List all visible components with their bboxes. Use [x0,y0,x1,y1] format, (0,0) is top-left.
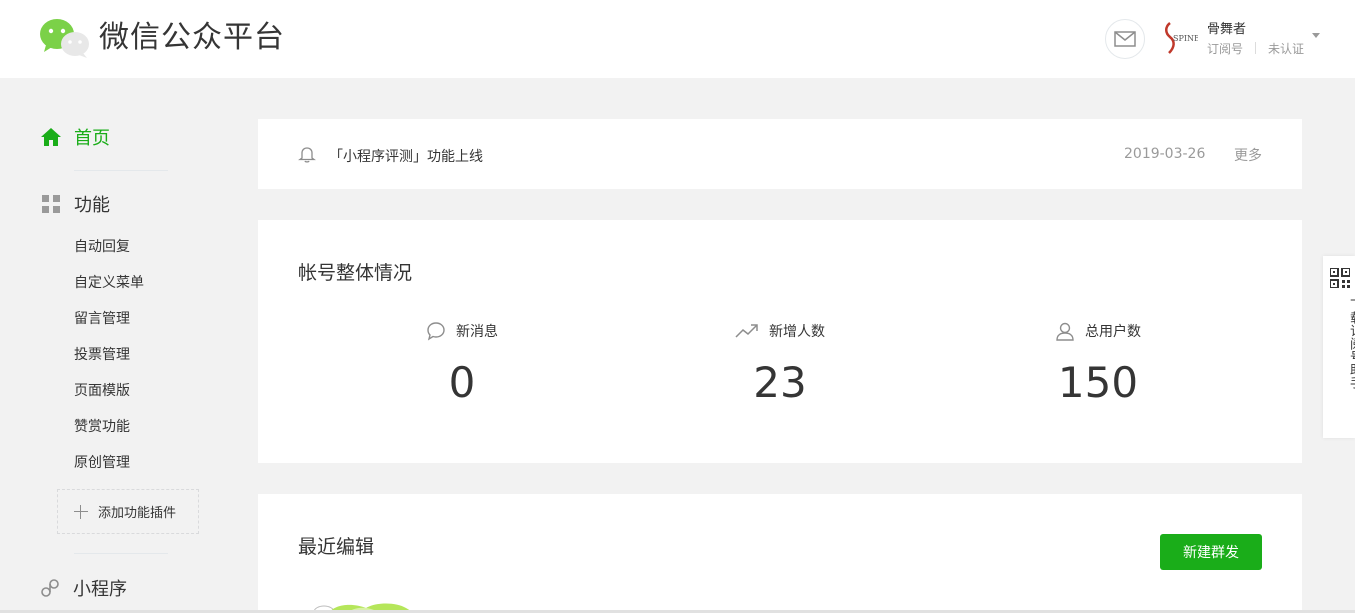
notice-card: 「小程序评测」功能上线 2019-03-26 更多 [258,119,1302,189]
mini-program-icon [41,579,59,597]
account-separator [1255,42,1256,54]
mail-icon [1114,31,1136,47]
sidebar-item-votes[interactable]: 投票管理 [74,346,130,364]
plus-icon [74,504,88,519]
stat-label: 新消息 [456,324,498,340]
sidebar-item-auto-reply[interactable]: 自动回复 [74,238,130,256]
sidebar-item-home[interactable]: 首页 [40,124,110,150]
bell-icon [298,147,316,163]
stat-value: 23 [753,358,807,407]
sidebar-item-label: 首页 [74,128,110,149]
qr-code-icon [1330,268,1350,288]
message-button[interactable] [1105,19,1145,59]
sidebar-divider [74,170,168,171]
stat-new-followers[interactable]: 新增人数 23 [630,320,930,407]
more-link[interactable]: 更多 [1234,145,1262,165]
sidebar-item-page-templates[interactable]: 页面模版 [74,382,130,400]
stat-label: 新增人数 [769,324,825,340]
sidebar-item-comments[interactable]: 留言管理 [74,310,130,328]
stat-label: 总用户数 [1085,324,1141,340]
overview-title: 帐号整体情况 [298,262,413,284]
home-icon [41,128,61,146]
sidebar-section-function: 功能 [42,191,110,217]
account-status: 未认证 [1268,42,1305,56]
stat-value: 150 [1057,358,1139,407]
account-type: 订阅号 [1207,42,1244,56]
new-broadcast-button[interactable]: 新建群发 [1160,534,1262,570]
stat-total-users[interactable]: 总用户数 150 [948,320,1248,407]
notice-link[interactable]: 「小程序评测」功能上线 [329,146,483,166]
stat-value: 0 [448,358,476,407]
sidebar-item-mini-program[interactable]: 小程序 [40,575,127,601]
trend-up-icon [735,324,758,338]
account-overview-card: 帐号整体情况 新消息 0 新增人数 23 总用户数 150 [258,220,1302,463]
add-plugin-label: 添加功能插件 [98,506,177,521]
sidebar-section-label: 功能 [74,195,110,216]
sidebar-item-label: 小程序 [73,579,127,600]
sidebar-item-original[interactable]: 原创管理 [74,454,130,472]
helper-label: 下载订阅号助手 [1347,298,1355,389]
add-plugin-button[interactable]: 添加功能插件 [57,489,199,534]
recent-title: 最近编辑 [298,536,375,558]
stat-new-messages[interactable]: 新消息 0 [312,320,612,407]
chat-bubble-icon [427,322,445,341]
account-logo-text: SPINE [1173,34,1198,43]
sidebar-divider [74,553,168,554]
account-name[interactable]: 骨舞者 [1207,18,1246,37]
subscription-helper-download[interactable]: 下载订阅号助手 [1323,256,1355,438]
wechat-logo-icon [40,19,89,58]
sidebar-item-rewards[interactable]: 赞赏功能 [74,418,130,436]
notice-date: 2019-03-26 [1124,146,1206,162]
account-avatar[interactable]: SPINE [1162,19,1198,57]
top-header: 微信公众平台 SPINE 骨舞者 订阅号 未认证 [0,0,1355,78]
account-dropdown-icon[interactable] [1312,33,1320,38]
recent-edits-card: 最近编辑 新建群发 [258,494,1302,613]
grid-icon [42,195,60,213]
user-icon [1056,322,1074,341]
sidebar-item-custom-menu[interactable]: 自定义菜单 [74,274,144,292]
brand-title: 微信公众平台 [99,20,285,55]
